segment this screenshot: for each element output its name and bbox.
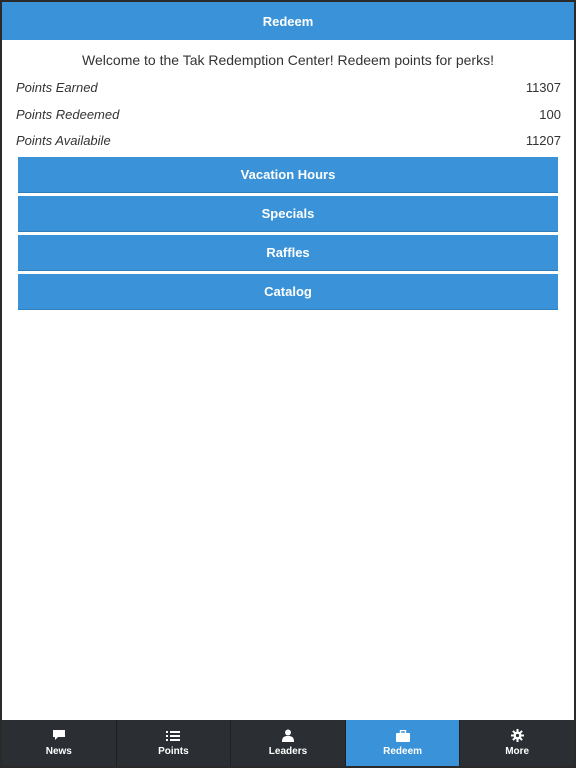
- tab-points-label: Points: [158, 745, 189, 757]
- gear-icon: [509, 729, 525, 743]
- points-redeemed-label: Points Redeemed: [16, 106, 120, 122]
- page-header: Redeem: [2, 2, 574, 40]
- tab-more[interactable]: More: [460, 720, 574, 766]
- points-earned-value: 11307: [525, 79, 561, 95]
- points-available-row: Points Availabile 11207: [16, 131, 561, 149]
- user-icon: [280, 729, 296, 743]
- tab-news[interactable]: News: [2, 720, 117, 766]
- points-earned-label: Points Earned: [16, 79, 98, 95]
- vacation-hours-button[interactable]: Vacation Hours: [18, 157, 558, 193]
- list-icon: [165, 729, 181, 743]
- chat-bubble-icon: [51, 729, 67, 743]
- tab-news-label: News: [45, 745, 72, 757]
- tab-leaders[interactable]: Leaders: [231, 720, 346, 766]
- specials-button[interactable]: Specials: [18, 196, 558, 232]
- tab-leaders-label: Leaders: [268, 745, 308, 757]
- raffles-button[interactable]: Raffles: [18, 235, 558, 271]
- tab-redeem[interactable]: Redeem: [345, 720, 461, 766]
- page-title: Redeem: [262, 13, 314, 29]
- tab-points[interactable]: Points: [117, 720, 232, 766]
- points-redeemed-row: Points Redeemed 100: [16, 105, 561, 123]
- tab-more-label: More: [505, 745, 530, 757]
- briefcase-icon: [395, 729, 411, 743]
- tab-redeem-label: Redeem: [383, 745, 423, 757]
- points-earned-row: Points Earned 11307: [16, 78, 561, 96]
- bottom-tab-bar: News Points Leaders Redeem More: [2, 720, 574, 766]
- points-available-label: Points Availabile: [16, 132, 111, 148]
- points-redeemed-value: 100: [539, 106, 561, 122]
- points-available-value: 11207: [525, 132, 561, 148]
- welcome-message: Welcome to the Tak Redemption Center! Re…: [82, 52, 494, 68]
- catalog-button[interactable]: Catalog: [18, 274, 558, 310]
